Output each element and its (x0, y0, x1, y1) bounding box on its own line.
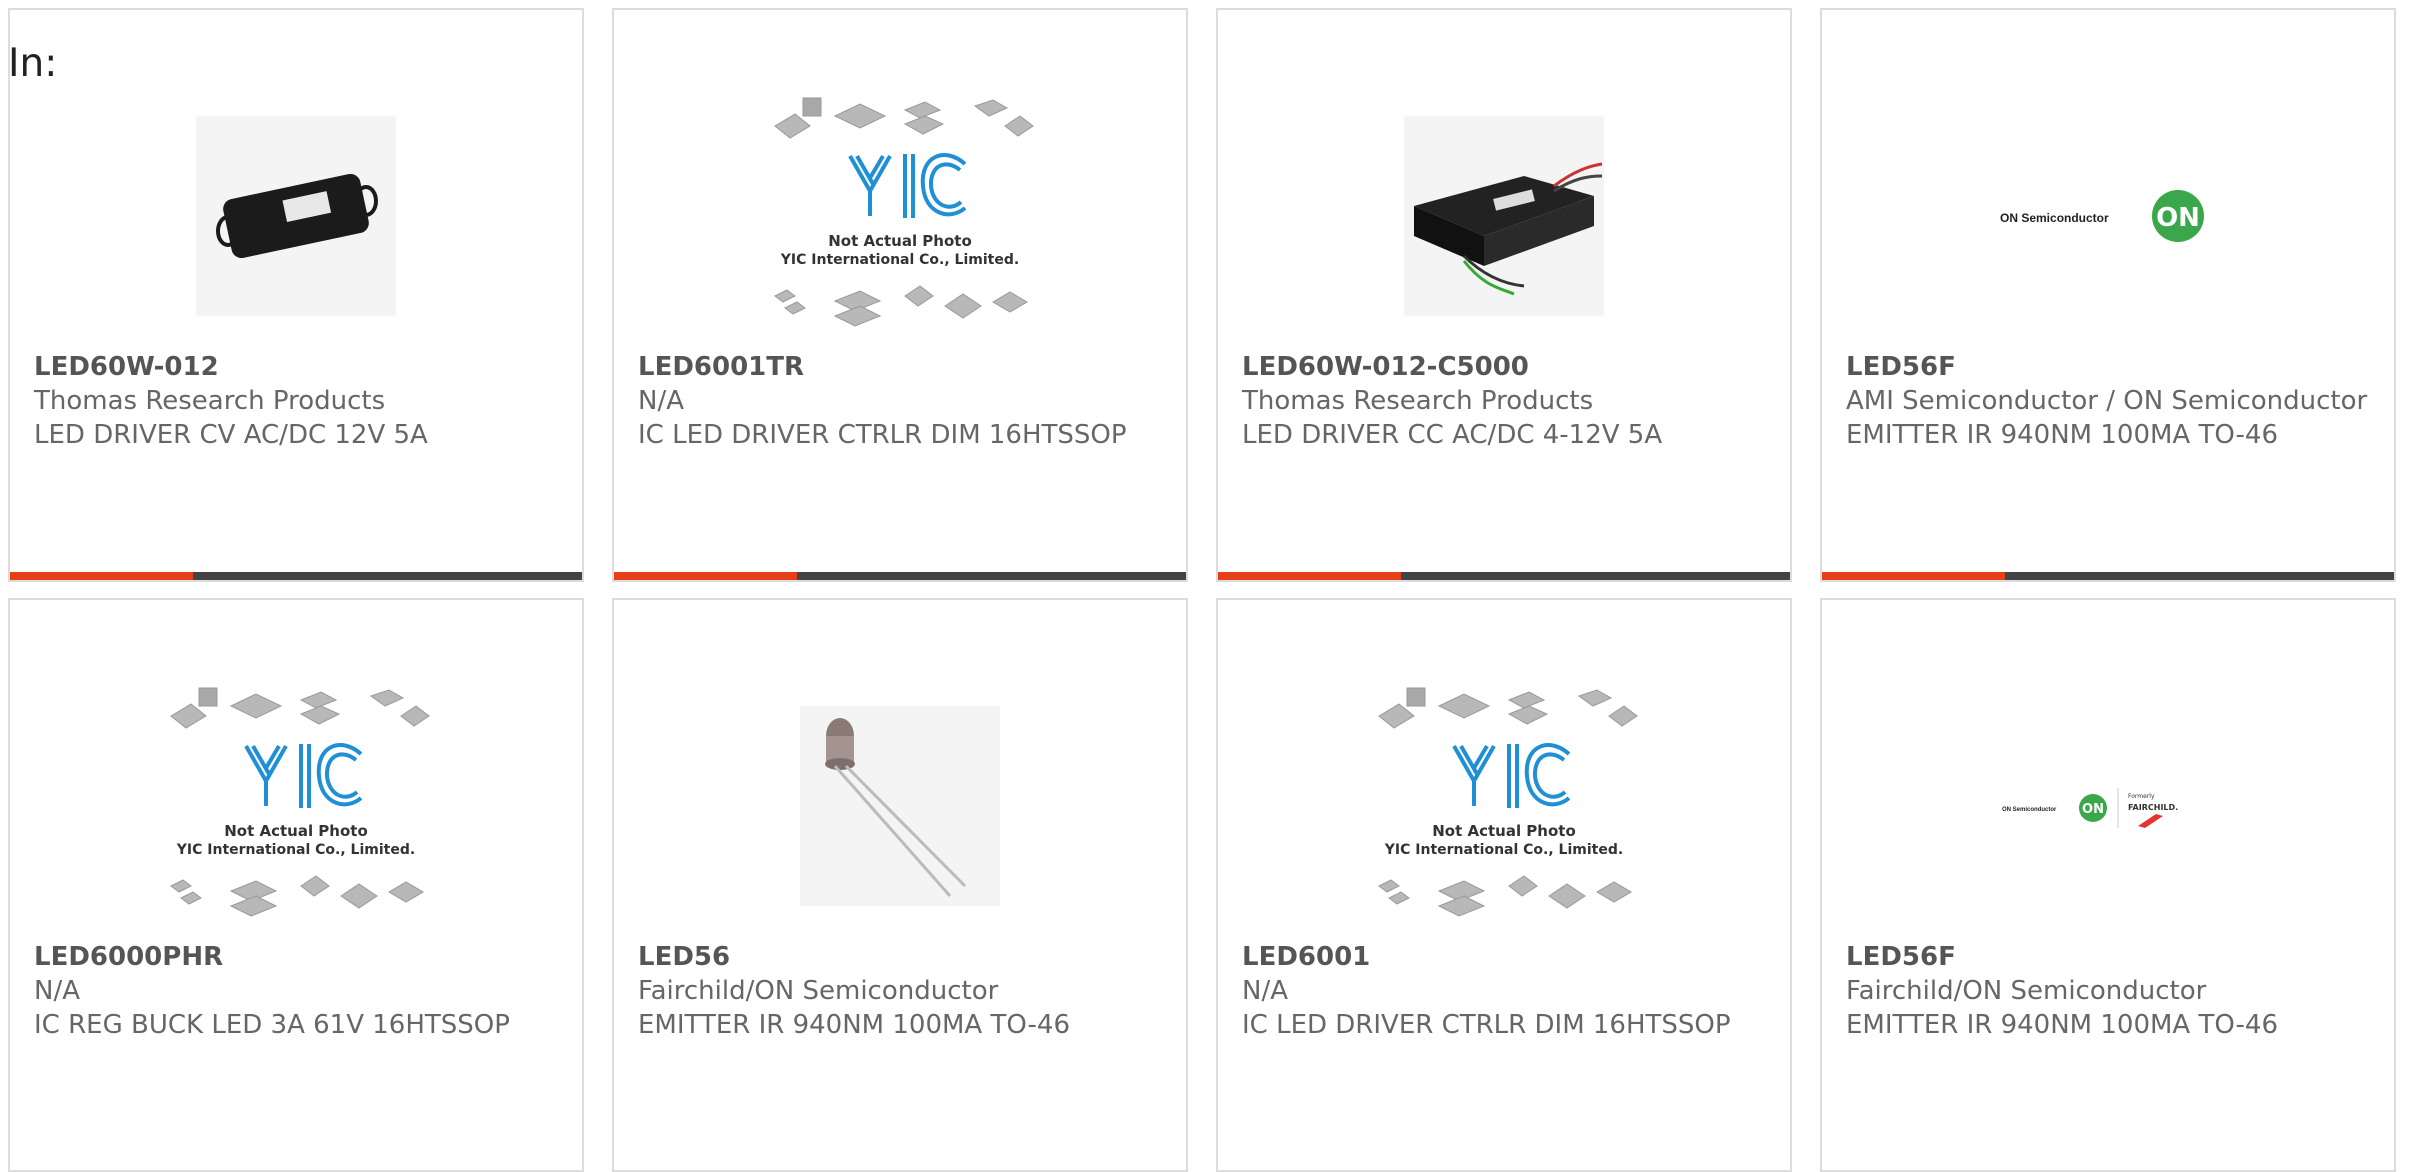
product-info: LED60W-012 Thomas Research Products LED … (34, 350, 558, 452)
product-card[interactable]: Not Actual Photo YIC International Co., … (612, 8, 1188, 582)
product-image[interactable]: Not Actual Photo YIC International Co., … (614, 76, 1186, 356)
product-image[interactable] (1218, 76, 1790, 356)
description: IC LED DRIVER CTRLR DIM 16HTSSOP (638, 420, 1127, 450)
on-semi-logo: ON Semiconductor ON (2000, 190, 2204, 242)
manufacturer: N/A (1242, 976, 1288, 1006)
part-number[interactable]: LED60W-012-C5000 (1242, 350, 1766, 384)
on-fairchild-logo: ON Semiconductor ON Formerly FAIRCHILD. (2002, 788, 2178, 828)
description: EMITTER IR 940NM 100MA TO-46 (1846, 1010, 2279, 1040)
led-driver-photo (196, 116, 396, 316)
logo-text: ON Semiconductor (2002, 807, 2057, 813)
product-image[interactable]: Not Actual Photo YIC International Co., … (10, 666, 582, 946)
card-bottom-bar (10, 572, 582, 580)
part-number[interactable]: LED6001 (1242, 940, 1766, 974)
product-info: LED56 Fairchild/ON Semiconductor EMITTER… (638, 940, 1162, 1042)
card-bottom-bar (614, 572, 1186, 580)
product-grid: LED60W-012 Thomas Research Products LED … (8, 8, 2410, 1172)
description: EMITTER IR 940NM 100MA TO-46 (1846, 420, 2279, 450)
manufacturer: AMI Semiconductor / ON Semiconductor (1846, 386, 2368, 416)
part-number[interactable]: LED6001TR (638, 350, 1162, 384)
product-image[interactable]: Not Actual Photo YIC International Co., … (1218, 666, 1790, 946)
logo-badge: ON (2156, 203, 2200, 233)
product-card[interactable]: LED60W-012 Thomas Research Products LED … (8, 8, 584, 582)
card-bottom-bar (1822, 572, 2394, 580)
manufacturer: Thomas Research Products (1242, 386, 1594, 416)
card-accent-bar (614, 572, 797, 580)
description: LED DRIVER CC AC/DC 4-12V 5A (1242, 420, 1663, 450)
logo-formerly: Formerly (2128, 793, 2155, 800)
product-card[interactable]: LED56 Fairchild/ON Semiconductor EMITTER… (612, 598, 1188, 1172)
card-accent-bar (10, 572, 193, 580)
placeholder-line2: YIC International Co., Limited. (176, 842, 415, 858)
placeholder-line2: YIC International Co., Limited. (1384, 842, 1623, 858)
card-bottom-bar (1218, 572, 1790, 580)
product-info: LED56F Fairchild/ON Semiconductor EMITTE… (1846, 940, 2370, 1042)
card-accent-bar (1218, 572, 1401, 580)
product-image[interactable]: ON Semiconductor ON Formerly FAIRCHILD. (1822, 666, 2394, 946)
yic-placeholder-image: Not Actual Photo YIC International Co., … (1378, 687, 1638, 917)
manufacturer: Fairchild/ON Semiconductor (638, 976, 999, 1006)
product-card[interactable]: ON Semiconductor ON LED56F AMI Semicondu… (1820, 8, 2396, 582)
product-image[interactable] (614, 666, 1186, 946)
product-card[interactable]: LED60W-012-C5000 Thomas Research Product… (1216, 8, 1792, 582)
part-number[interactable]: LED6000PHR (34, 940, 558, 974)
led-driver-wired-photo (1404, 116, 1604, 316)
manufacturer: Thomas Research Products (34, 386, 386, 416)
product-info: LED6000PHR N/A IC REG BUCK LED 3A 61V 16… (34, 940, 558, 1042)
in-label: In: (8, 41, 58, 86)
product-info: LED56F AMI Semiconductor / ON Semiconduc… (1846, 350, 2370, 452)
part-number[interactable]: LED56F (1846, 350, 2370, 384)
logo-text: ON Semiconductor (2000, 211, 2109, 225)
description: EMITTER IR 940NM 100MA TO-46 (638, 1010, 1071, 1040)
yic-placeholder-image: Not Actual Photo YIC International Co., … (774, 97, 1034, 327)
product-info: LED6001TR N/A IC LED DRIVER CTRLR DIM 16… (638, 350, 1162, 452)
part-number[interactable]: LED56 (638, 940, 1162, 974)
product-card[interactable]: Not Actual Photo YIC International Co., … (8, 598, 584, 1172)
ir-emitter-photo (800, 706, 1000, 906)
part-number[interactable]: LED60W-012 (34, 350, 558, 384)
manufacturer: N/A (34, 976, 80, 1006)
manufacturer: N/A (638, 386, 684, 416)
product-card[interactable]: Not Actual Photo YIC International Co., … (1216, 598, 1792, 1172)
placeholder-line1: Not Actual Photo (224, 822, 368, 840)
description: IC LED DRIVER CTRLR DIM 16HTSSOP (1242, 1010, 1731, 1040)
card-accent-bar (1822, 572, 2005, 580)
placeholder-line1: Not Actual Photo (1432, 822, 1576, 840)
product-info: LED6001 N/A IC LED DRIVER CTRLR DIM 16HT… (1242, 940, 1766, 1042)
logo-fairchild: FAIRCHILD. (2128, 803, 2178, 812)
product-info: LED60W-012-C5000 Thomas Research Product… (1242, 350, 1766, 452)
product-image[interactable]: ON Semiconductor ON (1822, 76, 2394, 356)
logo-badge: ON (2082, 802, 2104, 817)
part-number[interactable]: LED56F (1846, 940, 2370, 974)
description: LED DRIVER CV AC/DC 12V 5A (34, 420, 428, 450)
placeholder-line1: Not Actual Photo (828, 232, 972, 250)
product-image[interactable] (10, 76, 582, 356)
manufacturer: Fairchild/ON Semiconductor (1846, 976, 2207, 1006)
description: IC REG BUCK LED 3A 61V 16HTSSOP (34, 1010, 510, 1040)
placeholder-line2: YIC International Co., Limited. (780, 252, 1019, 268)
yic-placeholder-image: Not Actual Photo YIC International Co., … (170, 687, 430, 917)
product-card[interactable]: ON Semiconductor ON Formerly FAIRCHILD. … (1820, 598, 2396, 1172)
